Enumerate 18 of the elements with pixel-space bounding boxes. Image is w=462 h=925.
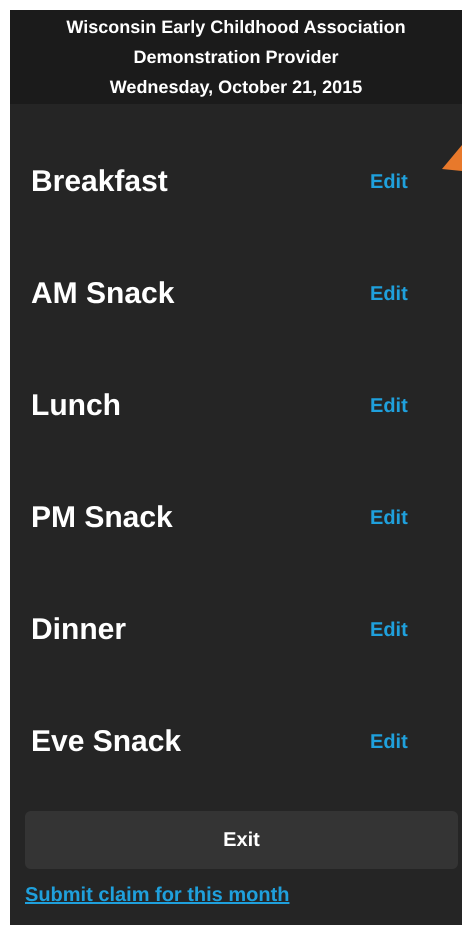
edit-link[interactable]: Edit [370,170,408,194]
arrow-icon [442,145,462,171]
edit-link[interactable]: Edit [370,394,408,418]
meal-name: PM Snack [31,501,174,535]
submit-claim-link[interactable]: Submit claim for this month [25,884,290,907]
meal-name: AM Snack [31,277,176,311]
meal-name: Dinner [31,613,128,647]
header-text: Demonstration Provider [133,46,339,69]
header-text: Wisconsin Early Childhood Association [66,16,406,39]
header-text: Wednesday, October 21, 2015 [110,76,362,99]
meal-name: Eve Snack [31,725,182,759]
meal-name: Lunch [31,389,122,423]
edit-link[interactable]: Edit [370,282,408,306]
edit-link[interactable]: Edit [370,730,408,754]
edit-link[interactable]: Edit [370,506,408,530]
meal-name: Breakfast [31,165,169,199]
exit-button[interactable]: Exit [25,811,458,869]
edit-link[interactable]: Edit [370,618,408,642]
